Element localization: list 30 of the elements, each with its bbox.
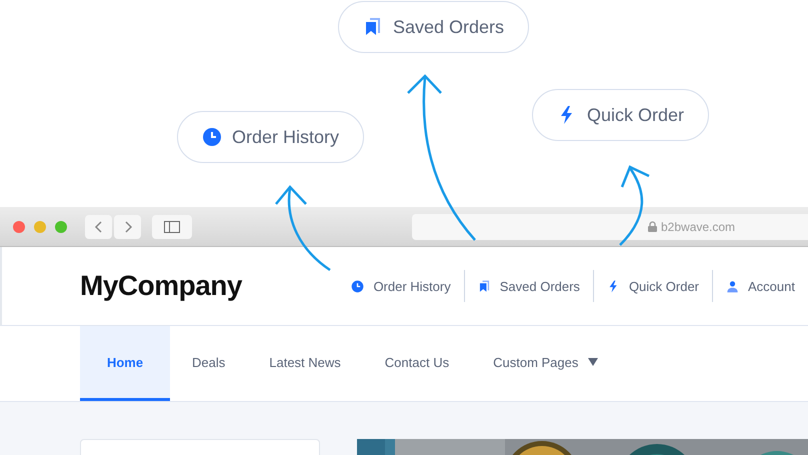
close-dot[interactable]	[13, 220, 25, 232]
forward-button[interactable]	[114, 214, 141, 238]
url-text: b2bwave.com	[661, 220, 736, 234]
header-link[interactable]: Account	[712, 270, 808, 302]
minimize-dot[interactable]	[34, 220, 46, 232]
lock-icon	[648, 221, 657, 232]
caret-icon	[588, 358, 598, 366]
feature-callout: Order History	[177, 111, 364, 163]
header-link[interactable]: Saved Orders	[464, 270, 593, 302]
nav-tab[interactable]: Custom Pages	[471, 326, 620, 401]
chevron-left-icon	[94, 220, 104, 234]
feature-callout: Quick Order	[532, 89, 710, 141]
clock-icon	[351, 280, 364, 292]
clock-icon	[202, 127, 222, 147]
bookmark-icon	[363, 17, 383, 37]
feature-callout: Saved Orders	[338, 1, 530, 53]
nav-tab[interactable]: Home	[80, 326, 170, 401]
nav-tab[interactable]: Deals	[170, 326, 248, 401]
header-link[interactable]: Order History	[347, 270, 464, 302]
maximize-dot[interactable]	[55, 220, 67, 232]
chevron-right-icon	[122, 220, 132, 234]
back-button[interactable]	[85, 214, 112, 238]
company-logo: MyCompany	[80, 270, 244, 302]
sidebar-button[interactable]	[152, 214, 192, 238]
person-icon	[726, 280, 740, 292]
sidebar-icon	[164, 220, 180, 232]
header-link[interactable]: Quick Order	[592, 270, 712, 302]
nav-tab[interactable]: Latest News	[247, 326, 363, 401]
nav-tab[interactable]: Contact Us	[362, 326, 472, 401]
bookmark-icon	[478, 280, 491, 292]
